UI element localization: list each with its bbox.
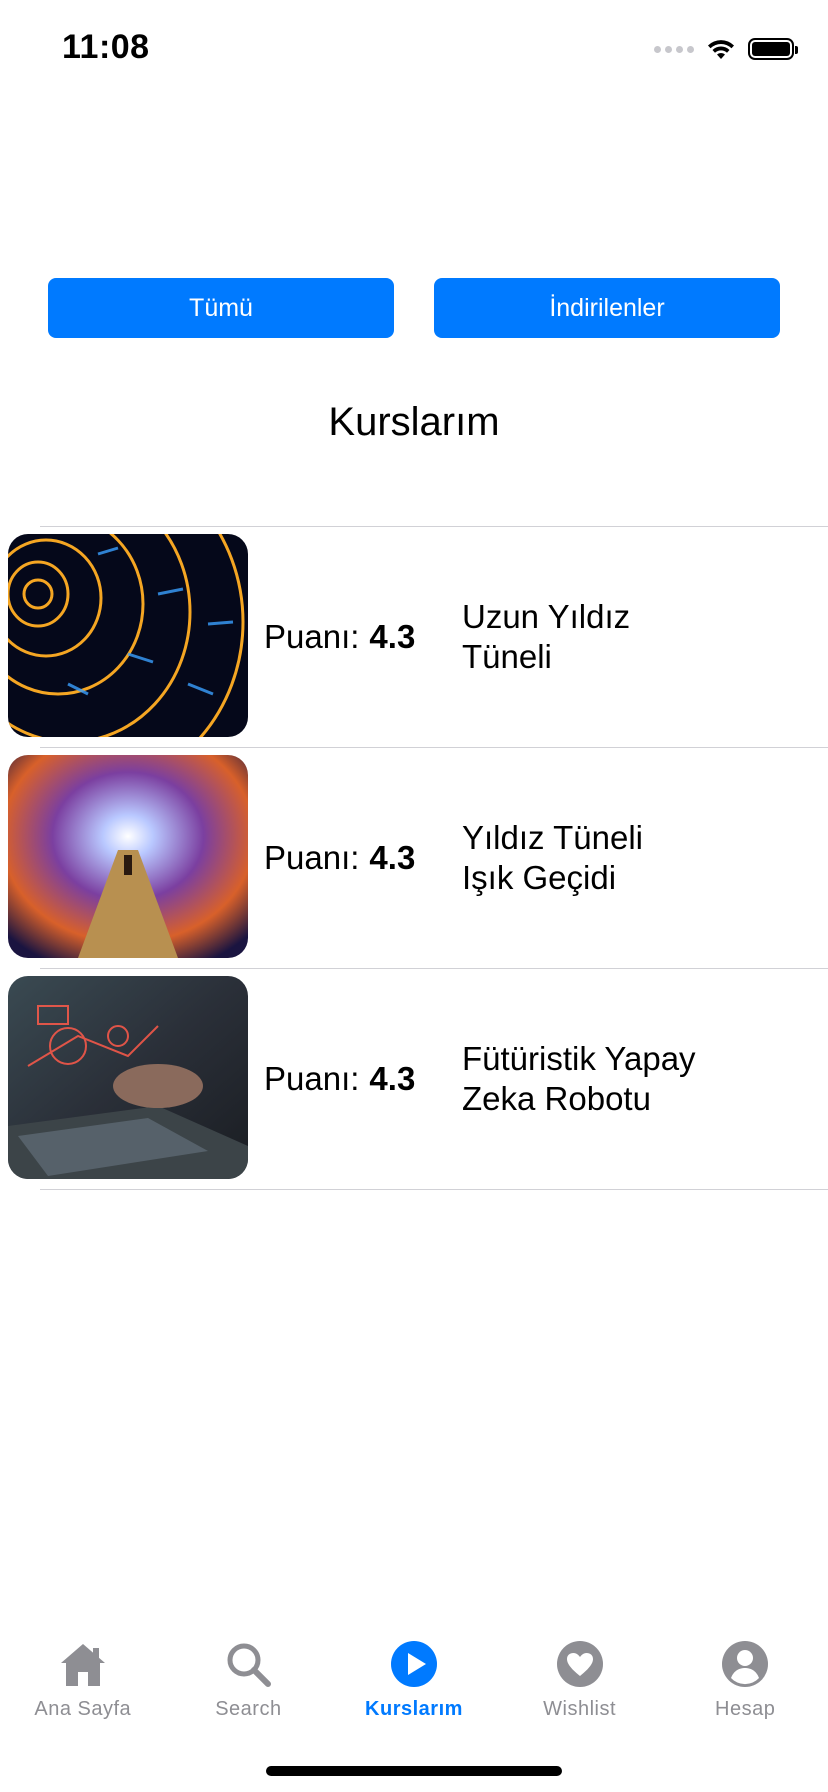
tab-account[interactable]: Hesap [662,1620,828,1730]
home-icon [57,1638,109,1690]
divider [40,1189,828,1190]
course-title: Fütüristik Yapay Zeka Robotu [462,1040,696,1117]
search-icon [222,1638,274,1690]
tab-label: Ana Sayfa [34,1698,132,1720]
rating-value: 4.3 [369,618,416,655]
wifi-icon [708,40,734,59]
tab-label: Kurslarım [365,1698,463,1720]
rating-label: Puanı: [264,1060,360,1097]
course-row[interactable]: Puanı: 4.3 Uzun Yıldız Tüneli [0,527,828,747]
battery-icon [748,38,798,60]
course-title: Uzun Yıldız Tüneli [462,598,631,675]
course-row[interactable]: Puanı: 4.3 Fütüristik Yapay Zeka Robotu [0,969,828,1189]
status-time: 11:08 [62,28,150,66]
tab-label: Wishlist [543,1698,617,1720]
status-icons [654,34,798,64]
course-title: Yıldız Tüneli Işık Geçidi [462,819,643,896]
course-rating: Puanı: 4.3 [264,969,415,1189]
play-circle-icon [388,1638,440,1690]
course-rating: Puanı: 4.3 [264,748,415,968]
tab-label: Search [215,1698,282,1720]
course-rating: Puanı: 4.3 [264,527,415,747]
tab-wishlist[interactable]: Wishlist [497,1620,663,1730]
rating-value: 4.3 [369,1060,416,1097]
downloaded-button[interactable]: İndirilenler [434,278,780,338]
course-list: Puanı: 4.3 Uzun Yıldız Tüneli Puanı: 4.3… [0,526,828,1190]
person-circle-icon [719,1638,771,1690]
ai-laptop-image [8,976,248,1179]
tab-bar: Ana Sayfa Search Kurslarım Wishlist Hesa… [0,1620,828,1730]
tab-search[interactable]: Search [166,1620,332,1730]
star-tunnel-image [8,534,248,737]
tab-home[interactable]: Ana Sayfa [0,1620,166,1730]
status-bar: 11:08 [0,0,828,100]
all-button[interactable]: Tümü [48,278,394,338]
cellular-signal-icon [654,45,694,53]
tab-my-courses[interactable]: Kurslarım [331,1620,497,1730]
page-title: Kurslarım [328,400,500,444]
course-row[interactable]: Puanı: 4.3 Yıldız Tüneli Işık Geçidi [0,748,828,968]
light-gate-image [8,755,248,958]
tab-label: Hesap [715,1698,776,1720]
home-indicator [266,1766,562,1776]
rating-label: Puanı: [264,618,360,655]
rating-value: 4.3 [369,839,416,876]
heart-circle-icon [554,1638,606,1690]
rating-label: Puanı: [264,839,360,876]
